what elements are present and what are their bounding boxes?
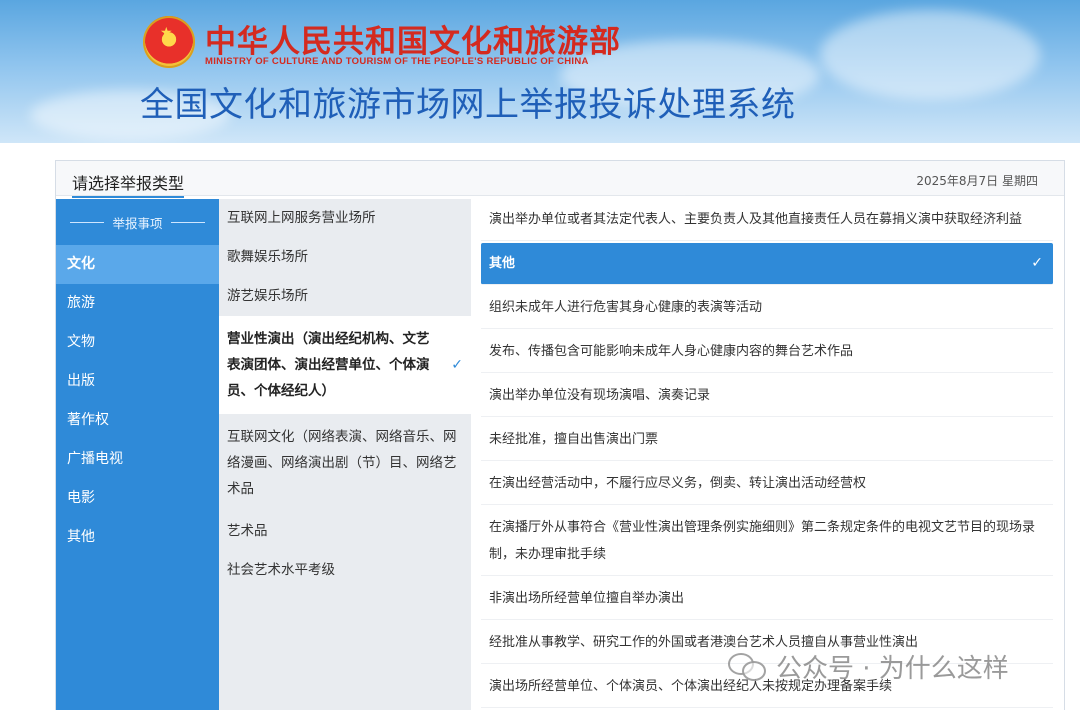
report-item[interactable]: 演出举办单位没有现场演唱、演奏记录 [481, 375, 1053, 417]
panel-header: 请选择举报类型 2025年8月7日 星期四 [56, 161, 1064, 198]
subcategory-item[interactable]: 艺术品 [219, 512, 471, 551]
current-date: 2025年8月7日 星期四 [916, 174, 1038, 188]
report-item[interactable]: 非演出场所经营单位擅自举办演出 [481, 578, 1053, 620]
sidebar-item-tourism[interactable]: 旅游 [56, 284, 219, 323]
report-item[interactable]: 未经批准，擅自出售演出门票 [481, 419, 1053, 461]
sidebar-item-other[interactable]: 其他 [56, 518, 219, 557]
ministry-name-cn: 中华人民共和国文化和旅游部 [205, 24, 621, 60]
subcategory-item[interactable]: 互联网文化（网络表演、网络音乐、网络漫画、网络演出剧（节）目、网络艺术品 [219, 414, 471, 512]
header-banner: ★ 中华人民共和国文化和旅游部 MINISTRY OF CULTURE AND … [0, 0, 1080, 143]
sidebar-item-broadcast-tv[interactable]: 广播电视 [56, 440, 219, 479]
national-emblem-icon: ★ [143, 16, 195, 68]
watermark-text: 公众号 · 为什么这样 [776, 654, 1009, 684]
report-item[interactable]: 在演播厅外从事符合《营业性演出管理条例实施细则》第二条规定条件的电视文艺节目的现… [481, 507, 1053, 576]
subcategory-item-selected[interactable]: 营业性演出（演出经纪机构、文艺表演团体、演出经营单位、个体演员、个体经纪人） ✓ [219, 316, 471, 414]
subcategory-list: 互联网上网服务营业场所 歌舞娱乐场所 游艺娱乐场所 营业性演出（演出经纪机构、文… [219, 199, 471, 710]
sidebar-item-copyright[interactable]: 著作权 [56, 401, 219, 440]
panel-title: 请选择举报类型 [72, 170, 185, 198]
subcategory-item[interactable]: 互联网上网服务营业场所 [219, 199, 471, 238]
sidebar-item-culture[interactable]: 文化 [56, 245, 219, 284]
cloud-decoration [820, 10, 1040, 100]
report-item[interactable]: 在演出经营活动中，不履行应尽义务，倒卖、转让演出活动经营权 [481, 463, 1053, 505]
sidebar-heading: 举报事项 [56, 199, 219, 245]
report-item[interactable]: 组织未成年人进行危害其身心健康的表演等活动 [481, 287, 1053, 329]
wechat-watermark: 公众号 · 为什么这样 [728, 648, 1009, 685]
report-type-panel: 请选择举报类型 2025年8月7日 星期四 举报事项 文化 旅游 文物 出版 著… [55, 160, 1065, 710]
category-sidebar: 举报事项 文化 旅游 文物 出版 著作权 广播电视 电影 其他 [56, 199, 219, 710]
subcategory-label: 营业性演出（演出经纪机构、文艺表演团体、演出经营单位、个体演员、个体经纪人） [227, 331, 430, 399]
sidebar-item-film[interactable]: 电影 [56, 479, 219, 518]
check-icon: ✓ [1031, 255, 1043, 271]
report-item[interactable]: 演出举办单位或者其法定代表人、主要负责人及其他直接责任人员在募捐义演中获取经济利… [481, 199, 1053, 241]
subcategory-item[interactable]: 歌舞娱乐场所 [219, 238, 471, 277]
divider [70, 221, 105, 223]
report-item[interactable]: 发布、传播包含可能影响未成年人身心健康内容的舞台艺术作品 [481, 331, 1053, 373]
wechat-icon [728, 651, 768, 683]
subcategory-item[interactable]: 社会艺术水平考级 [219, 551, 471, 590]
sidebar-item-cultural-relics[interactable]: 文物 [56, 323, 219, 362]
report-item-label: 其他 [489, 256, 516, 271]
sidebar-heading-label: 举报事项 [112, 215, 163, 231]
report-item-list: 演出举办单位或者其法定代表人、主要负责人及其他直接责任人员在募捐义演中获取经济利… [481, 199, 1053, 710]
system-title: 全国文化和旅游市场网上举报投诉处理系统 [140, 85, 796, 125]
report-item-selected[interactable]: 其他 ✓ [481, 243, 1053, 285]
check-icon: ✓ [451, 357, 463, 373]
divider [170, 221, 205, 223]
sidebar-item-publishing[interactable]: 出版 [56, 362, 219, 401]
ministry-name-en: MINISTRY OF CULTURE AND TOURISM OF THE P… [205, 56, 589, 67]
subcategory-item[interactable]: 游艺娱乐场所 [219, 277, 471, 316]
